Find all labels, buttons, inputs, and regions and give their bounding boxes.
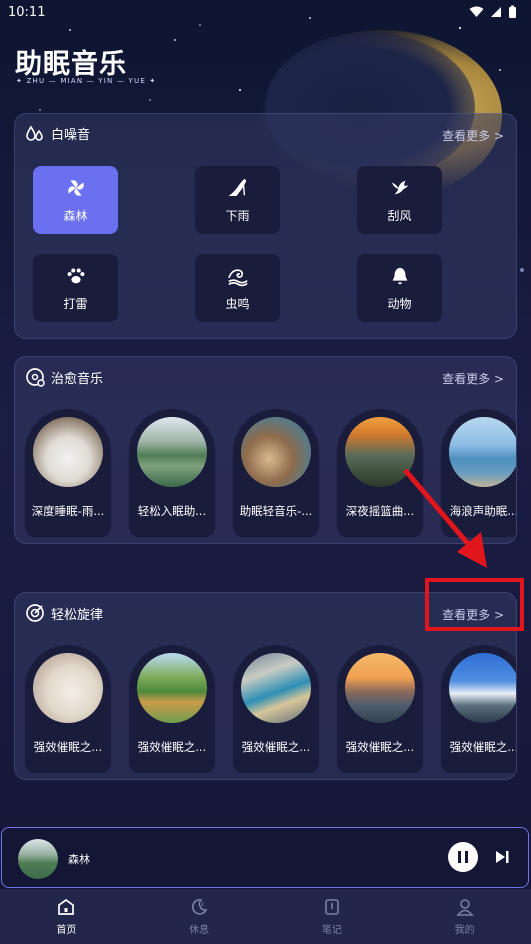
moon-icon: z [192, 899, 208, 915]
melody-card[interactable]: 强效催眠之... [233, 645, 319, 773]
tab-label: 休息 [189, 925, 210, 936]
home-icon [58, 898, 75, 915]
bird-icon [391, 180, 408, 194]
track-title: 强效催眠之... [449, 740, 517, 754]
track-thumbnail [241, 417, 311, 487]
track-title: 强效催眠之... [137, 740, 207, 754]
wave-icon [227, 268, 248, 286]
pause-icon [458, 851, 468, 863]
track-thumbnail [33, 653, 103, 723]
tab-label: 我的 [454, 925, 475, 936]
skip-next-icon[interactable] [494, 849, 510, 865]
droplets-icon [26, 125, 43, 141]
track-thumbnail [345, 653, 415, 723]
track-title: 强效催眠之... [345, 740, 415, 754]
melody-list: 强效催眠之... 强效催眠之... 强效催眠之... 强效催眠之... 强效催眠… [25, 645, 517, 773]
track-thumbnail [449, 653, 516, 723]
melody-card[interactable]: 强效催眠之... [441, 645, 517, 773]
track-thumbnail [137, 653, 207, 723]
white-noise-more-link[interactable]: 查看更多 > [442, 127, 504, 144]
healing-title: 治愈音乐 [51, 371, 104, 387]
signal-icon [491, 7, 501, 17]
track-thumbnail [241, 653, 311, 723]
sound-label: 虫鸣 [225, 296, 250, 311]
sound-label: 下雨 [225, 208, 250, 223]
highlight-box [425, 578, 524, 631]
paw-icon [67, 267, 84, 283]
melody-card[interactable]: 强效催眠之... [25, 645, 111, 773]
page-subtitle: ✦ ZHU — MIAN — YIN — YUE ✦ [16, 77, 157, 85]
tab-label: 首页 [56, 925, 77, 936]
healing-card[interactable]: 助眠轻音乐-... [233, 409, 319, 537]
player-thumbnail [18, 839, 58, 879]
sound-thunder[interactable]: 打雷 [33, 254, 118, 322]
wifi-icon [469, 6, 484, 17]
sound-label: 动物 [387, 296, 412, 311]
tab-profile[interactable]: 我的 [398, 889, 531, 944]
melody-card[interactable]: 强效催眠之... [129, 645, 215, 773]
sound-wind[interactable]: 刮风 [357, 166, 442, 234]
high-heel-icon [228, 178, 246, 196]
track-thumbnail [137, 417, 207, 487]
melody-card[interactable]: 强效催眠之... [337, 645, 423, 773]
track-thumbnail [33, 417, 103, 487]
pause-button[interactable] [448, 842, 478, 872]
bottom-tab-bar: 首页 z 休息 笔记 我的 [0, 889, 531, 944]
melody-title: 轻松旋律 [51, 607, 104, 623]
healing-more-link[interactable]: 查看更多 > [442, 370, 504, 387]
pinwheel-icon [67, 179, 84, 196]
melody-header: 轻松旋律 [25, 603, 103, 623]
status-bar: 10:11 [0, 0, 531, 24]
music-disc-icon [26, 368, 45, 387]
annotation-arrow [403, 468, 487, 568]
page-title: 助眠音乐 [15, 49, 127, 80]
bell-icon [392, 267, 407, 284]
tab-label: 笔记 [321, 925, 342, 936]
sound-insects[interactable]: 虫鸣 [195, 254, 280, 322]
player-track-title: 森林 [68, 853, 90, 866]
sound-label: 刮风 [387, 208, 412, 223]
sound-rain[interactable]: 下雨 [195, 166, 280, 234]
track-title: 轻松入眠助... [137, 504, 207, 518]
battery-icon [509, 5, 516, 18]
target-icon [26, 604, 44, 622]
mini-player[interactable]: 森林 [1, 827, 529, 888]
svg-text:z: z [201, 901, 204, 908]
track-title: 助眠轻音乐-... [239, 504, 313, 518]
notebook-icon [325, 899, 339, 915]
sound-animals[interactable]: 动物 [357, 254, 442, 322]
sound-forest[interactable]: 森林 [33, 166, 118, 234]
user-icon [455, 899, 474, 916]
sound-label: 打雷 [63, 296, 88, 311]
white-noise-panel: 白噪音 查看更多 > 森林 下雨 刮风 打雷 虫鸣 动物 [14, 113, 517, 339]
track-title: 强效催眠之... [241, 740, 311, 754]
white-noise-title: 白噪音 [51, 128, 91, 143]
sound-label: 森林 [63, 208, 88, 223]
status-time: 10:11 [8, 4, 46, 20]
healing-header: 治愈音乐 [25, 367, 103, 387]
track-title: 深度睡眠-雨... [31, 504, 105, 518]
healing-card[interactable]: 深度睡眠-雨... [25, 409, 111, 537]
tab-rest[interactable]: z 休息 [133, 889, 266, 944]
track-title: 强效催眠之... [33, 740, 103, 754]
tab-notes[interactable]: 笔记 [266, 889, 399, 944]
healing-card[interactable]: 轻松入眠助... [129, 409, 215, 537]
tab-home[interactable]: 首页 [0, 889, 133, 944]
white-noise-header: 白噪音 [25, 124, 90, 143]
